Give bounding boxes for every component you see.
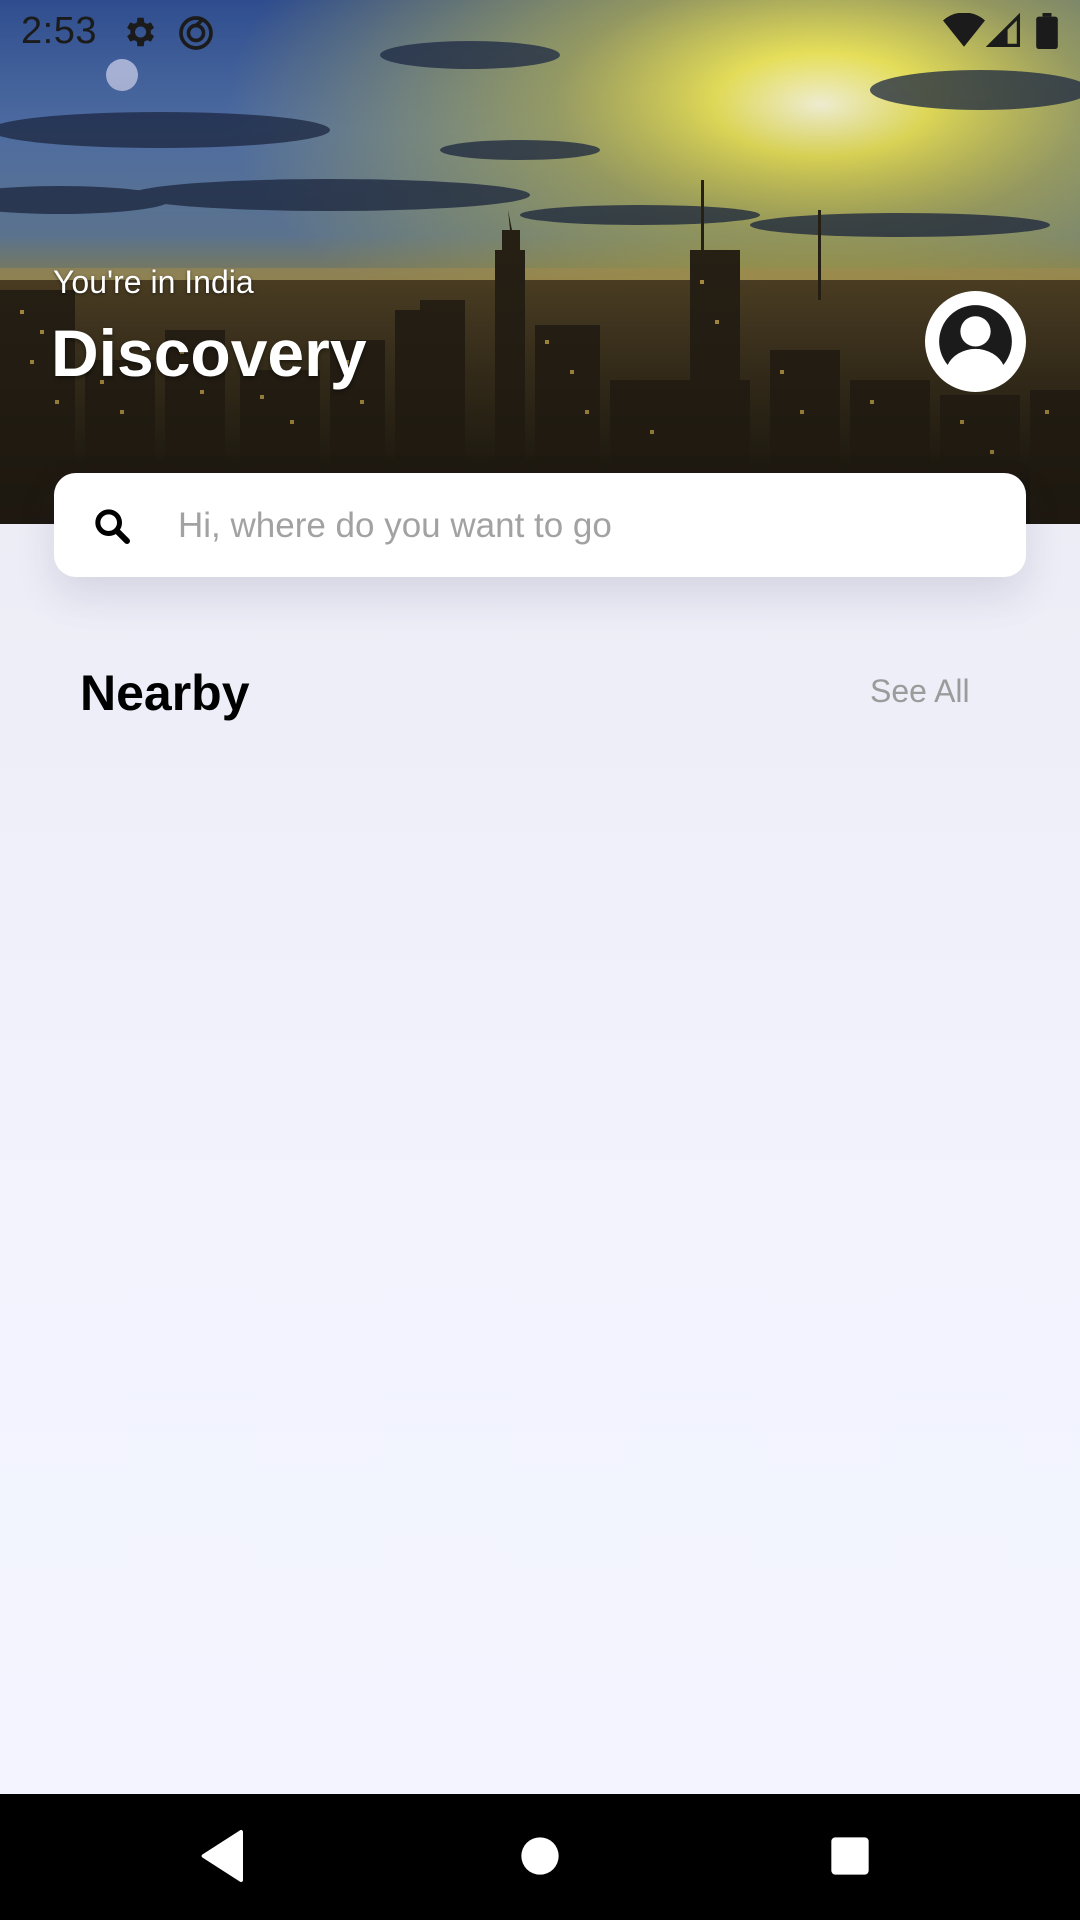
user-avatar-icon[interactable] [925,291,1026,392]
discovery-screen: 2:53 You're in India Discovery Hi, where… [0,0,1080,1920]
page-title: Discovery [51,316,367,390]
hero-city-image [0,0,1080,524]
recents-icon[interactable] [818,1824,882,1888]
battery-icon [1036,13,1058,54]
system-nav-bar [0,1794,1080,1920]
nearby-section-title: Nearby [80,665,250,721]
wifi-icon [943,12,985,54]
search-input[interactable] [176,473,1000,579]
home-icon[interactable] [508,1824,572,1888]
see-all-link[interactable]: See All [870,673,970,710]
sync-icon [176,13,216,58]
search-bar [54,473,1026,579]
gear-icon [120,13,158,56]
location-label: You're in India [53,264,254,300]
back-icon[interactable] [193,1824,257,1888]
status-bar: 2:53 [0,0,1080,63]
status-time: 2:53 [21,10,97,52]
signal-icon [985,12,1022,54]
search-icon[interactable] [92,506,132,546]
